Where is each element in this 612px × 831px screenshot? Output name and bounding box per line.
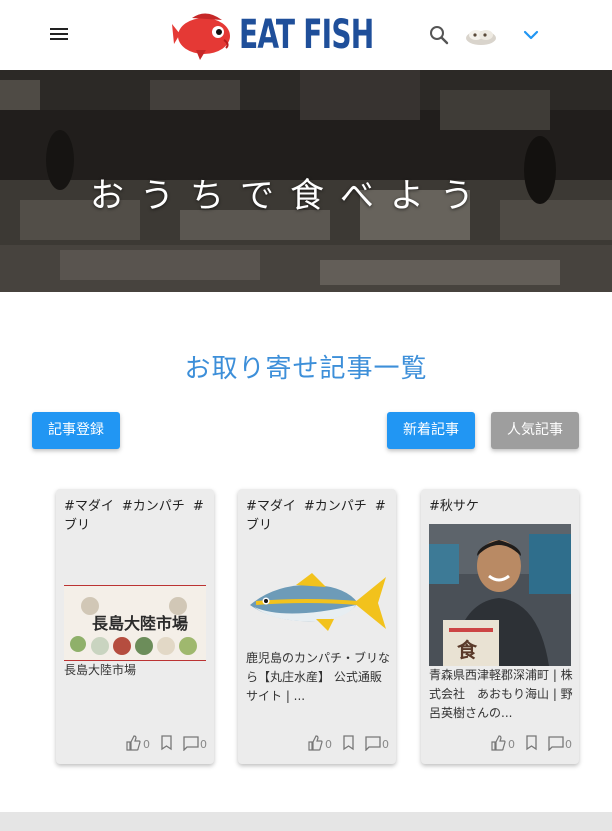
article-card[interactable]: #マダイ #カンパチ #ブリ 鹿児島のカンパチ・ブリなら【丸庄水産】 公式通販サイト… <box>238 489 396 764</box>
tag[interactable]: #秋サケ <box>429 499 479 514</box>
article-card[interactable]: #秋サケ 食 青森県西津軽郡深浦町 | 株式会社 あおもり海山 | 野呂英樹さん… <box>421 489 579 764</box>
comment-icon <box>365 736 381 751</box>
section-title: お取り寄せ記事一覧 <box>184 354 428 384</box>
bookmark-icon <box>343 735 354 751</box>
hero-title: おうちで食べよう <box>90 176 490 216</box>
thumbs-up-icon <box>491 735 506 751</box>
card-title: 鹿児島のカンパチ・ブリなら【丸庄水産】 公式通販サイト | ... <box>246 651 391 703</box>
thumbnail-text: 長島大陸市場 <box>92 614 189 633</box>
tag[interactable]: #マダイ <box>64 499 114 514</box>
app-header: EAT FISH <box>0 0 612 70</box>
card-tags: #マダイ #カンパチ #ブリ <box>246 497 391 535</box>
bookmark-button[interactable] <box>525 734 539 752</box>
card-actions: 0 0 <box>238 734 396 752</box>
comment-count: 0 <box>200 738 207 751</box>
avatar-icon[interactable] <box>464 25 498 47</box>
search-icon[interactable] <box>428 24 450 46</box>
comment-icon <box>183 736 199 751</box>
comment-button[interactable]: 0 <box>548 734 574 752</box>
article-card[interactable]: #マダイ #カンパチ #ブリ 長島大陸市場 長島大陸市場 0 0 <box>56 489 214 764</box>
popular-articles-button[interactable]: 人気記事 <box>491 412 579 449</box>
newest-articles-button[interactable]: 新着記事 <box>387 412 475 449</box>
card-thumbnail: 食 <box>429 524 571 666</box>
hamburger-menu-icon[interactable] <box>48 25 70 43</box>
card-tags: #秋サケ <box>429 497 574 516</box>
comment-button[interactable]: 0 <box>183 734 209 752</box>
bookmark-icon <box>161 735 172 751</box>
like-count: 0 <box>143 738 150 751</box>
bookmark-icon <box>526 735 537 751</box>
like-button[interactable]: 0 <box>490 734 520 752</box>
thumbnail-text: 食 <box>457 638 477 662</box>
like-button[interactable]: 0 <box>307 734 337 752</box>
card-actions: 0 0 <box>421 734 579 752</box>
like-count: 0 <box>325 738 332 751</box>
card-title: 長島大陸市場 <box>64 663 137 677</box>
comment-icon <box>548 736 564 751</box>
sea-bream-logo-icon <box>172 13 230 60</box>
thumbs-up-icon <box>308 735 323 751</box>
hero-banner: おうちで食べよう <box>0 70 612 292</box>
card-actions: 0 0 <box>56 734 214 752</box>
logo-text: EAT FISH <box>239 12 374 58</box>
fisherman-photo <box>429 524 571 666</box>
card-title: 青森県西津軽郡深浦町 | 株式会社 あおもり海山 | 野呂英樹さんの... <box>429 668 573 720</box>
tag[interactable]: #カンパチ <box>304 499 367 514</box>
like-count: 0 <box>508 738 515 751</box>
card-thumbnail: 長島大陸市場 <box>64 585 206 661</box>
thumbs-up-icon <box>126 735 141 751</box>
bookmark-button[interactable] <box>160 734 174 752</box>
footer-bar <box>0 812 612 831</box>
chevron-down-icon[interactable] <box>521 26 541 44</box>
card-tags: #マダイ #カンパチ #ブリ <box>64 497 209 535</box>
card-thumbnail <box>246 569 388 639</box>
like-button[interactable]: 0 <box>125 734 155 752</box>
tag[interactable]: #カンパチ <box>122 499 185 514</box>
comment-button[interactable]: 0 <box>365 734 391 752</box>
comment-count: 0 <box>565 738 572 751</box>
yellowtail-fish-image <box>250 573 386 631</box>
logo[interactable]: EAT FISH <box>172 6 374 62</box>
bookmark-button[interactable] <box>342 734 356 752</box>
register-article-button[interactable]: 記事登録 <box>32 412 120 449</box>
comment-count: 0 <box>382 738 389 751</box>
tag[interactable]: #マダイ <box>246 499 296 514</box>
